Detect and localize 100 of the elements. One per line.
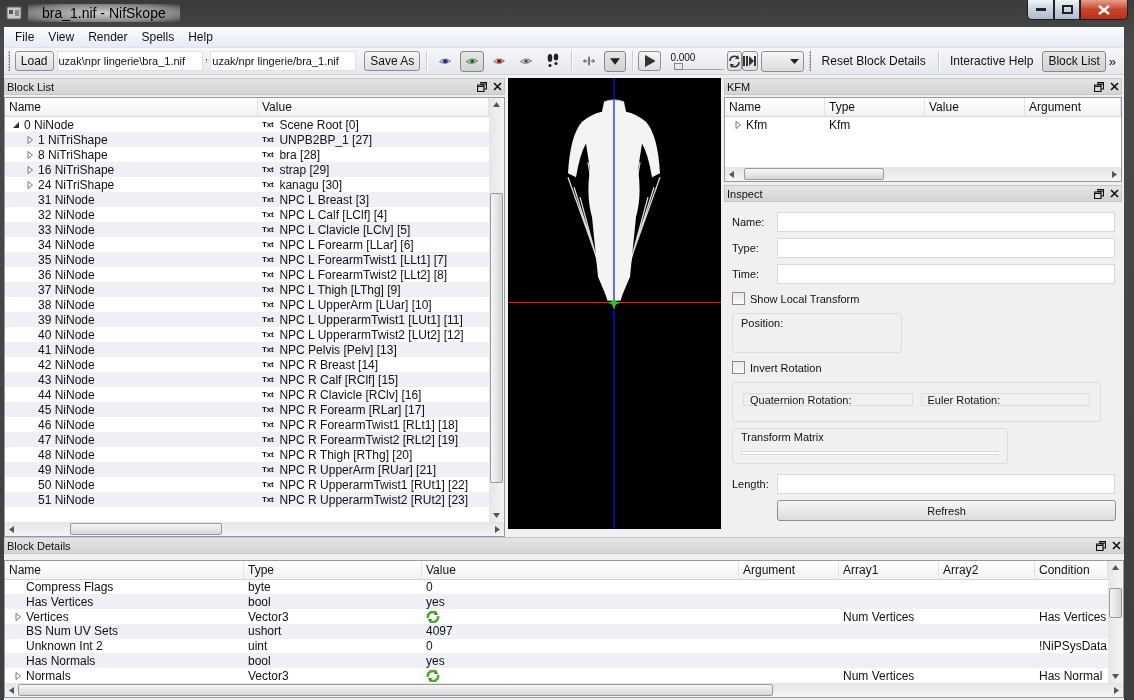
input-field[interactable] (777, 474, 1115, 494)
scrollbar-thumb[interactable] (490, 193, 503, 483)
horizontal-scrollbar[interactable] (5, 522, 504, 536)
play-button[interactable] (638, 51, 662, 71)
tree-item[interactable]: BS Num UV Sets (5, 624, 244, 639)
close-icon[interactable] (493, 82, 502, 91)
column-header[interactable]: Value (925, 98, 1025, 116)
step-button[interactable] (742, 51, 759, 71)
close-icon[interactable] (1110, 189, 1119, 198)
menu-item[interactable]: Spells (134, 28, 182, 46)
animation-dropdown[interactable] (761, 50, 804, 72)
horizontal-scrollbar[interactable] (725, 167, 1121, 181)
time-slider[interactable] (674, 63, 725, 70)
tree-item[interactable]: 46 NiNode (5, 417, 258, 432)
scroll-down-icon[interactable] (492, 511, 501, 520)
close-icon[interactable] (1112, 541, 1121, 550)
refresh-button[interactable]: Refresh (777, 500, 1116, 521)
tree-item[interactable]: 42 NiNode (5, 357, 258, 372)
column-header[interactable]: Argument (739, 561, 839, 579)
tree-item[interactable]: 38 NiNode (5, 297, 258, 312)
toolbar-button[interactable]: Interactive Help (944, 50, 1040, 72)
tree-item[interactable]: Has Normals (5, 653, 244, 668)
tree-item[interactable]: 33 NiNode (5, 222, 258, 237)
tree-item[interactable]: 34 NiNode (5, 237, 258, 252)
load-button[interactable]: Load (14, 51, 54, 71)
tree-item[interactable]: Has Vertices (5, 594, 244, 609)
scroll-left-icon[interactable] (7, 524, 16, 534)
scroll-right-icon[interactable] (1112, 685, 1121, 695)
input-field[interactable]: uzak/npr lingerie/bra_1.nif (210, 51, 357, 71)
column-header[interactable]: Name (5, 98, 258, 116)
tree-item[interactable]: Unknown Int 2 (5, 639, 244, 654)
menu-item[interactable]: Render (81, 28, 135, 46)
scroll-right-icon[interactable] (1110, 169, 1119, 179)
tree-item[interactable]: 45 NiNode (5, 402, 258, 417)
column-header[interactable]: Array1 (839, 561, 939, 579)
maximize-button[interactable] (1054, 0, 1080, 20)
tree-item[interactable]: 39 NiNode (5, 312, 258, 327)
input-field[interactable] (777, 238, 1115, 258)
scrollbar-thumb[interactable] (18, 684, 773, 696)
scroll-left-icon[interactable] (7, 685, 16, 695)
tree-item[interactable]: 36 NiNode (5, 267, 258, 282)
column-header[interactable]: Name (725, 98, 825, 116)
expand-arrow-icon[interactable] (25, 134, 35, 145)
toolbar-button[interactable]: Block List (1042, 50, 1106, 72)
float-icon[interactable] (1094, 188, 1104, 199)
loop-button[interactable] (727, 51, 743, 71)
float-icon[interactable] (1094, 81, 1104, 92)
column-header[interactable]: Type (825, 98, 925, 116)
checkbox[interactable] (732, 361, 745, 374)
tree-item[interactable]: Kfm (725, 117, 825, 132)
toolbar-button[interactable] (604, 50, 627, 72)
scroll-up-icon[interactable] (492, 100, 501, 109)
tree-item[interactable]: 47 NiNode (5, 432, 258, 447)
menu-item[interactable]: View (41, 28, 82, 46)
column-header[interactable]: Type (244, 561, 422, 579)
tree-item[interactable]: 8 NiTriShape (5, 147, 258, 162)
float-icon[interactable] (1096, 540, 1106, 551)
column-header[interactable]: Value (422, 561, 739, 579)
tree-item[interactable]: 32 NiNode (5, 207, 258, 222)
vertical-scrollbar[interactable] (489, 98, 504, 522)
expand-arrow-icon[interactable] (13, 611, 23, 622)
expand-arrow-icon[interactable] (13, 670, 23, 681)
toolbar-button[interactable]: Reset Block Details (815, 50, 932, 72)
tree-item[interactable]: 41 NiNode (5, 342, 258, 357)
scroll-left-icon[interactable] (727, 169, 736, 179)
vertical-scrollbar[interactable] (1108, 561, 1123, 683)
menu-item[interactable]: File (8, 28, 42, 46)
scroll-down-icon[interactable] (1111, 672, 1120, 681)
save-as-button[interactable]: Save As (364, 51, 421, 71)
tree-item[interactable]: 35 NiNode (5, 252, 258, 267)
checkbox[interactable] (732, 292, 745, 305)
expand-arrow-icon[interactable] (25, 164, 35, 175)
column-header[interactable]: Array2 (939, 561, 1035, 579)
menu-item[interactable]: Help (181, 28, 220, 46)
tree-item[interactable]: 48 NiNode (5, 447, 258, 462)
close-icon[interactable] (1110, 82, 1119, 91)
tree-item[interactable]: 44 NiNode (5, 387, 258, 402)
overflow-button[interactable]: » (1108, 53, 1116, 69)
expand-arrow-icon[interactable] (25, 149, 35, 160)
tree-item[interactable]: 37 NiNode (5, 282, 258, 297)
tree-item[interactable]: Normals (5, 668, 244, 683)
tree-item[interactable]: 51 NiNode (5, 492, 258, 507)
column-header[interactable]: Argument (1025, 98, 1121, 116)
expand-arrow-icon[interactable] (25, 179, 35, 190)
tree-item[interactable]: 50 NiNode (5, 477, 258, 492)
scroll-up-icon[interactable] (1111, 563, 1120, 572)
slider-thumb[interactable] (674, 63, 684, 70)
horizontal-scrollbar[interactable] (5, 683, 1123, 697)
scrollbar-thumb[interactable] (744, 168, 884, 180)
tree-item[interactable]: 16 NiTriShape (5, 162, 258, 177)
tree-item[interactable]: 43 NiNode (5, 372, 258, 387)
float-icon[interactable] (477, 81, 487, 92)
tree-item[interactable]: 40 NiNode (5, 327, 258, 342)
scrollbar-thumb[interactable] (70, 523, 222, 535)
input-field[interactable] (777, 264, 1115, 284)
close-button[interactable] (1080, 0, 1128, 20)
scroll-right-icon[interactable] (493, 524, 502, 534)
tree-item[interactable]: 1 NiTriShape (5, 132, 258, 147)
scrollbar-thumb[interactable] (1109, 588, 1122, 618)
input-field[interactable] (777, 212, 1115, 232)
